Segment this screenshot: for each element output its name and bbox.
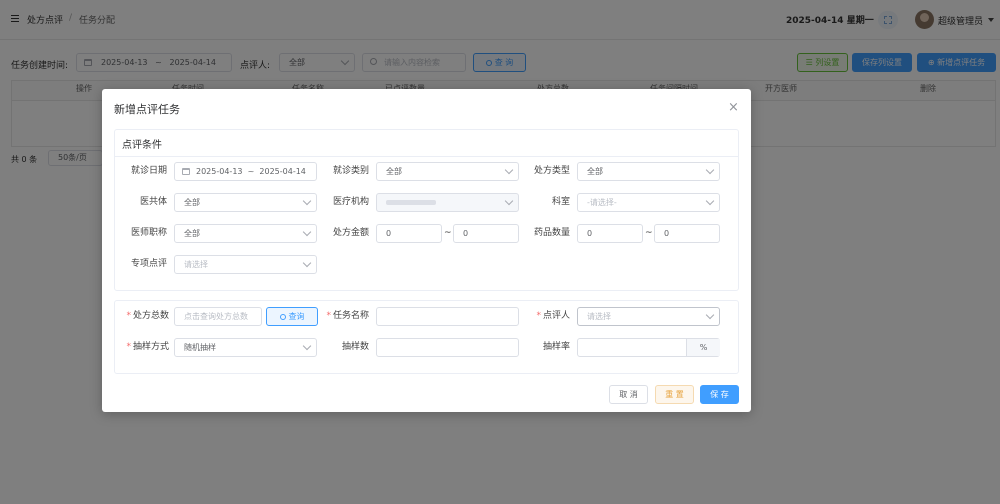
drug-count-max[interactable]: 0 [654,224,720,243]
search-icon [279,313,286,320]
sample-count-label: 抽样数 [341,342,369,352]
visit-type-label: 就诊类别 [332,166,369,176]
range-separator: ~ [444,228,452,238]
task-name-label: * 任务名称 [326,311,369,321]
reviewer-select[interactable]: 请选择 [577,307,720,326]
doctor-title-label: 医师职称 [130,228,167,238]
reset-button[interactable]: 重 置 [655,385,694,404]
chevron-down-icon [302,258,312,268]
rx-amount-max[interactable]: 0 [453,224,519,243]
rx-amount-label: 处方金额 [332,228,369,238]
chevron-down-icon [705,165,715,175]
chevron-down-icon [705,310,715,320]
chevron-down-icon [504,165,514,175]
sample-rate-input[interactable]: % [577,338,720,357]
sample-count-input[interactable] [376,338,519,357]
chevron-down-icon [302,341,312,351]
sample-rate-label: 抽样率 [542,342,570,352]
rx-total-label: * 处方总数 [126,311,169,321]
rx-amount-min[interactable]: 0 [376,224,442,243]
community-label: 医共体 [139,197,167,207]
visit-date-range[interactable]: 2025-04-13 ~ 2025-04-14 [174,162,317,181]
rx-type-label: 处方类型 [533,166,570,176]
drug-count-min[interactable]: 0 [577,224,643,243]
calendar-icon [182,168,190,175]
chevron-down-icon [302,227,312,237]
community-select[interactable]: 全部 [174,193,317,212]
rx-total-input[interactable]: 点击查询处方总数 [174,307,262,326]
chevron-down-icon [302,196,312,206]
dept-select[interactable]: -请选择- [577,193,720,212]
special-review-select[interactable]: 请选择 [174,255,317,274]
range-separator: ~ [645,228,653,238]
sampling-method-label: * 抽样方式 [126,342,169,352]
dept-label: 科室 [551,197,570,207]
reviewer-label: * 点评人 [536,311,570,321]
chevron-down-icon [705,196,715,206]
new-task-dialog: 新增点评任务 × 点评条件 就诊日期 2025-04-13 ~ 2025-04-… [102,89,751,412]
institution-select[interactable] [376,193,519,212]
special-review-label: 专项点评 [130,259,167,269]
save-button[interactable]: 保 存 [700,385,739,404]
visit-date-label: 就诊日期 [130,166,167,176]
cancel-button[interactable]: 取 消 [609,385,648,404]
rx-total-query-button[interactable]: 查询 [266,307,318,326]
dialog-title: 新增点评任务 [114,103,180,116]
institution-label: 医疗机构 [332,197,369,207]
section-title: 点评条件 [122,140,162,151]
drug-count-label: 药品数量 [533,228,570,238]
doctor-title-select[interactable]: 全部 [174,224,317,243]
chevron-down-icon [504,196,514,206]
close-icon[interactable]: × [728,101,739,114]
sampling-method-select[interactable]: 随机抽样 [174,338,317,357]
task-name-input[interactable] [376,307,519,326]
rx-type-select[interactable]: 全部 [577,162,720,181]
visit-type-select[interactable]: 全部 [376,162,519,181]
percent-suffix: % [686,339,720,356]
